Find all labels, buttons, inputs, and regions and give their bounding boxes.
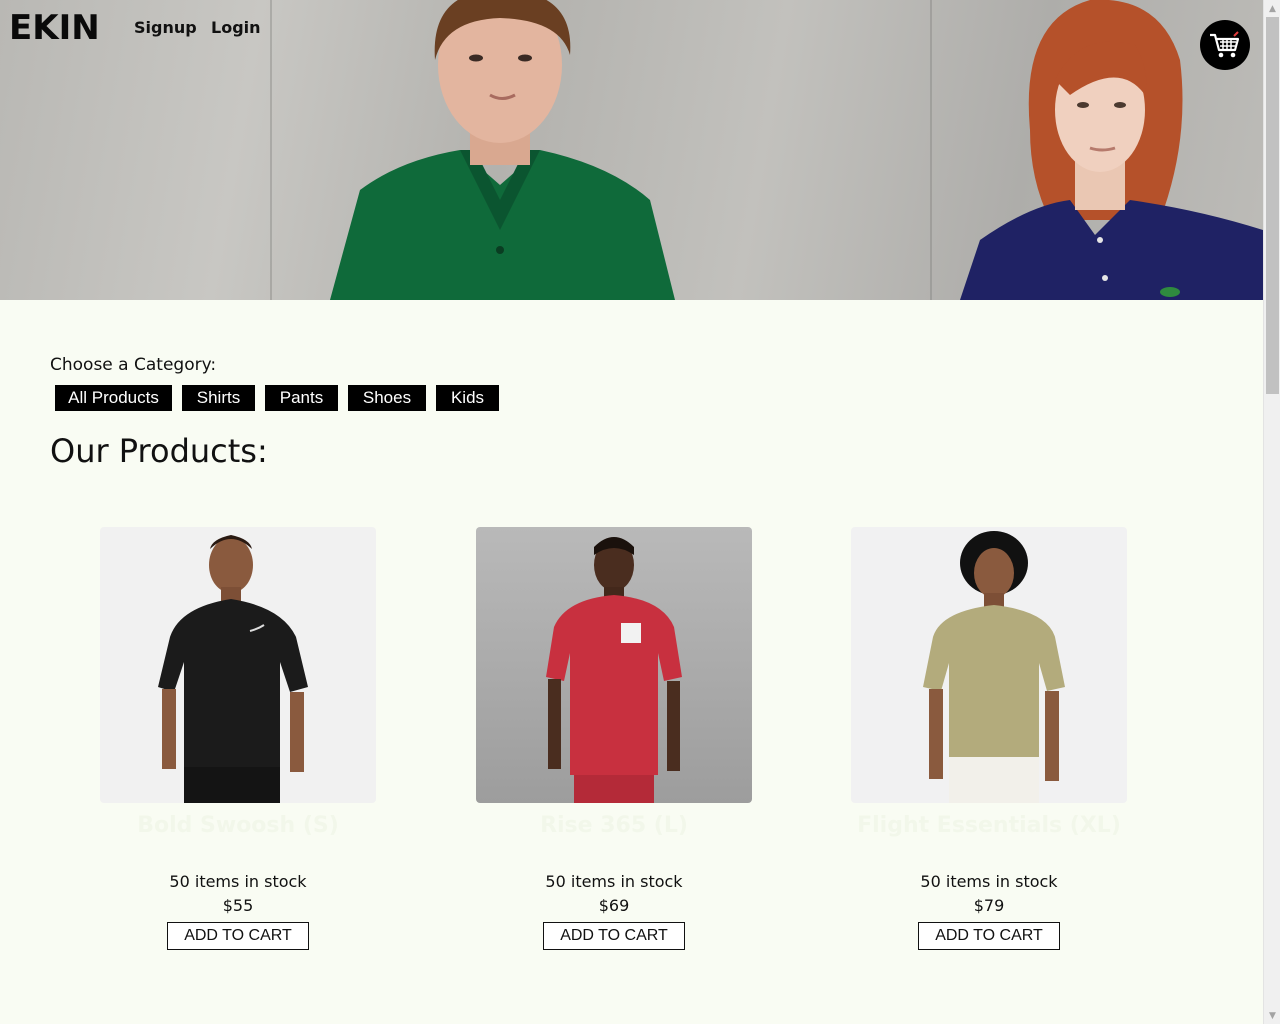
product-name[interactable]: Flight Essentials (XL) <box>851 813 1127 838</box>
category-all-products-button[interactable]: All Products <box>55 385 172 411</box>
product-card: Rise 365 (L) 50 items in stock $69 ADD T… <box>476 527 752 950</box>
product-card: Flight Essentials (XL) 50 items in stock… <box>851 527 1127 950</box>
site-logo[interactable]: EKIN <box>9 8 100 48</box>
category-kids-button[interactable]: Kids <box>436 385 499 411</box>
add-to-cart-button[interactable]: ADD TO CART <box>918 922 1060 950</box>
product-price: $55 <box>222 896 254 915</box>
product-stock: 50 items in stock <box>920 872 1058 891</box>
product-price: $79 <box>973 896 1005 915</box>
product-name[interactable]: Bold Swoosh (S) <box>100 813 376 838</box>
product-stock: 50 items in stock <box>545 872 683 891</box>
hero-model-man-image <box>330 0 675 300</box>
product-card: Bold Swoosh (S) 50 items in stock $55 AD… <box>100 527 376 950</box>
wall-seam <box>930 0 932 300</box>
product-image[interactable] <box>851 527 1127 803</box>
hero-banner <box>0 0 1263 300</box>
wall-seam <box>270 0 272 300</box>
product-price: $69 <box>598 896 630 915</box>
scroll-up-arrow-icon[interactable]: ▲ <box>1264 0 1280 17</box>
shopping-cart-icon <box>1210 31 1240 58</box>
product-stock: 50 items in stock <box>169 872 307 891</box>
product-image[interactable] <box>476 527 752 803</box>
add-to-cart-button[interactable]: ADD TO CART <box>167 922 309 950</box>
product-image[interactable] <box>100 527 376 803</box>
category-pants-button[interactable]: Pants <box>265 385 338 411</box>
category-shirts-button[interactable]: Shirts <box>182 385 255 411</box>
vertical-scrollbar[interactable]: ▲ ▼ <box>1263 0 1280 1024</box>
scroll-thumb[interactable] <box>1266 17 1279 394</box>
add-to-cart-button[interactable]: ADD TO CART <box>543 922 685 950</box>
products-heading: Our Products: <box>50 432 268 470</box>
category-shoes-button[interactable]: Shoes <box>348 385 426 411</box>
cart-button[interactable] <box>1200 20 1250 70</box>
signup-link[interactable]: Signup <box>134 18 197 37</box>
product-name[interactable]: Rise 365 (L) <box>476 813 752 838</box>
scroll-down-arrow-icon[interactable]: ▼ <box>1264 1007 1280 1024</box>
login-link[interactable]: Login <box>211 18 261 37</box>
category-label: Choose a Category: <box>50 355 217 375</box>
